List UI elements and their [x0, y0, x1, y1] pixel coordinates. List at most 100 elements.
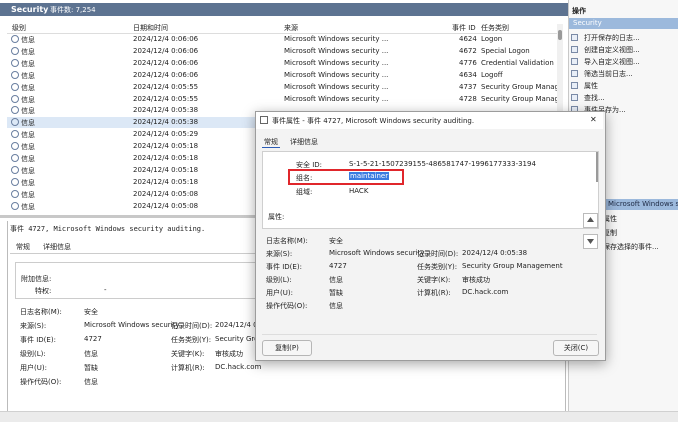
- row-datetime: 2024/12/4 0:05:38: [133, 118, 199, 127]
- row-level: 信息: [21, 107, 35, 116]
- col-datetime[interactable]: 日期和时间: [133, 23, 168, 33]
- dialog-opcode-value: 信息: [329, 302, 343, 310]
- row-level: 信息: [21, 166, 35, 175]
- info-icon: [11, 82, 19, 91]
- row-datetime: 2024/12/4 0:05:38: [133, 106, 199, 115]
- table-row[interactable]: 信息 2024/12/4 0:05:55 Microsoft Windows sec…: [7, 94, 563, 105]
- bottom-scrollbar[interactable]: [0, 411, 678, 422]
- action-icon: [571, 34, 578, 41]
- info-icon: [11, 177, 19, 186]
- dialog-user-label: 用户(U):: [266, 289, 293, 297]
- dialog-event-id-label: 事件 ID(E):: [266, 263, 302, 271]
- table-row[interactable]: 信息 2024/12/4 0:06:06 Microsoft Windows sec…: [7, 70, 557, 81]
- dialog-group-domain-label: 组域:: [296, 188, 313, 196]
- row-datetime: 2024/12/4 0:05:18: [133, 165, 199, 174]
- row-level: 信息: [21, 131, 35, 140]
- row-datetime: 2024/12/4 0:06:06: [133, 70, 199, 79]
- row-datetime: 2024/12/4 0:06:06: [133, 35, 199, 43]
- detail-keywords-label: 关键字(K):: [171, 350, 205, 358]
- row-category: Credential Validation: [481, 58, 554, 67]
- row-datetime: 2024/12/4 0:05:55: [133, 82, 199, 91]
- row-event-id: 4672: [459, 46, 477, 55]
- table-row[interactable]: 信息 2024/12/4 0:05:55 Microsoft Windows sec…: [7, 82, 563, 93]
- detail-computer-value: DC.hack.com: [215, 363, 262, 371]
- info-icon: [11, 201, 19, 210]
- detail-user-label: 用户(U):: [20, 364, 47, 372]
- close-button[interactable]: 关闭(C): [553, 340, 599, 356]
- info-icon: [11, 130, 19, 139]
- scroll-up-button[interactable]: [583, 213, 598, 228]
- row-datetime: 2024/12/4 0:05:18: [133, 177, 199, 186]
- dialog-logged-value: 2024/12/4 0:05:38: [462, 249, 528, 257]
- col-category[interactable]: 任务类别: [481, 23, 509, 33]
- scroll-down-button[interactable]: [583, 234, 598, 249]
- dialog-description-scrollbar[interactable]: [596, 152, 598, 182]
- dialog-group-name-value[interactable]: maintainer: [349, 172, 390, 180]
- action-label: 导入自定义视图...: [584, 58, 640, 66]
- dialog-tab-general[interactable]: 常规: [264, 137, 278, 147]
- actions2-item-save-selected[interactable]: 保存选择的事件...: [603, 242, 659, 252]
- dialog-level-value: 信息: [329, 276, 343, 284]
- row-level: 信息: [21, 190, 35, 199]
- action-item[interactable]: 筛选当前日志...: [571, 68, 676, 80]
- detail-category-label: 任务类别(Y):: [171, 336, 212, 344]
- detail-log-name-value: 安全: [84, 308, 98, 316]
- log-title: Security: [11, 5, 49, 14]
- dialog-event-id-value: 4727: [329, 262, 347, 270]
- row-datetime: 2024/12/4 0:06:06: [133, 58, 199, 67]
- copy-button[interactable]: 复制(P): [262, 340, 312, 356]
- row-level: 信息: [21, 178, 35, 187]
- action-label: 筛选当前日志...: [584, 70, 633, 78]
- row-level: 信息: [21, 155, 35, 163]
- detail-tab-details[interactable]: 详细信息: [43, 242, 71, 252]
- dialog-log-name-value: 安全: [329, 237, 343, 245]
- table-row[interactable]: 信息 2024/12/4 0:06:06 Microsoft Windows sec…: [7, 34, 557, 45]
- actions-section-event[interactable]: Microsoft Windows secu: [604, 199, 678, 210]
- info-icon: [11, 94, 19, 103]
- dialog-close-icon[interactable]: ✕: [590, 115, 597, 124]
- action-item[interactable]: 属性: [571, 80, 676, 92]
- row-level: 信息: [21, 47, 35, 56]
- dialog-source-label: 来源(S):: [266, 250, 293, 258]
- list-scrollbar-thumb[interactable]: [558, 30, 562, 40]
- row-level: 信息: [21, 59, 35, 68]
- dialog-footer-divider: [262, 334, 597, 335]
- action-item[interactable]: 创建自定义视图...: [571, 44, 676, 56]
- action-label: 打开保存的日志...: [584, 34, 640, 42]
- action-icon: [571, 94, 578, 101]
- row-event-id: 4624: [459, 35, 477, 43]
- actions-section-event-label: Microsoft Windows secu: [608, 200, 678, 208]
- dialog-group-name-label: 组名:: [296, 174, 313, 182]
- action-label: 属性: [584, 82, 598, 90]
- detail-log-name-label: 日志名称(M):: [20, 308, 62, 316]
- action-icon: [571, 58, 578, 65]
- row-datetime: 2024/12/4 0:05:18: [133, 154, 199, 162]
- dialog-logged-label: 记录时间(D):: [417, 250, 459, 258]
- dialog-computer-value: DC.hack.com: [462, 288, 509, 296]
- dialog-computer-label: 计算机(R):: [417, 289, 451, 297]
- row-source: Microsoft Windows security ...: [284, 94, 389, 103]
- dialog-attributes-label: 属性:: [268, 213, 285, 221]
- detail-tab-general[interactable]: 常规: [16, 242, 30, 252]
- table-row[interactable]: 信息 2024/12/4 0:06:06 Microsoft Windows sec…: [7, 58, 557, 69]
- action-label: 查找...: [584, 94, 605, 102]
- row-level: 信息: [21, 95, 35, 104]
- detail-tab-divider: [10, 253, 260, 254]
- row-datetime: 2024/12/4 0:05:08: [133, 201, 199, 210]
- row-event-id: 4728: [459, 94, 477, 103]
- dialog-tab-details[interactable]: 详细信息: [290, 137, 318, 147]
- info-icon: [11, 154, 19, 162]
- action-item[interactable]: 导入自定义视图...: [571, 56, 676, 68]
- event-count: 事件数: 7,254: [50, 6, 96, 14]
- action-item[interactable]: 打开保存的日志...: [571, 32, 676, 44]
- col-source[interactable]: 来源: [284, 23, 298, 33]
- action-item[interactable]: 查找...: [571, 92, 676, 104]
- table-row[interactable]: 信息 2024/12/4 0:06:06 Microsoft Windows sec…: [7, 46, 557, 57]
- dialog-level-label: 级别(L):: [266, 276, 292, 284]
- row-level: 信息: [21, 143, 35, 152]
- col-event-id[interactable]: 事件 ID: [452, 23, 476, 33]
- dialog-user-value: 暂缺: [329, 289, 343, 297]
- actions-section-security[interactable]: Security: [569, 18, 678, 29]
- col-level[interactable]: 级别: [12, 23, 26, 33]
- dialog-category-value: Security Group Management: [462, 262, 563, 270]
